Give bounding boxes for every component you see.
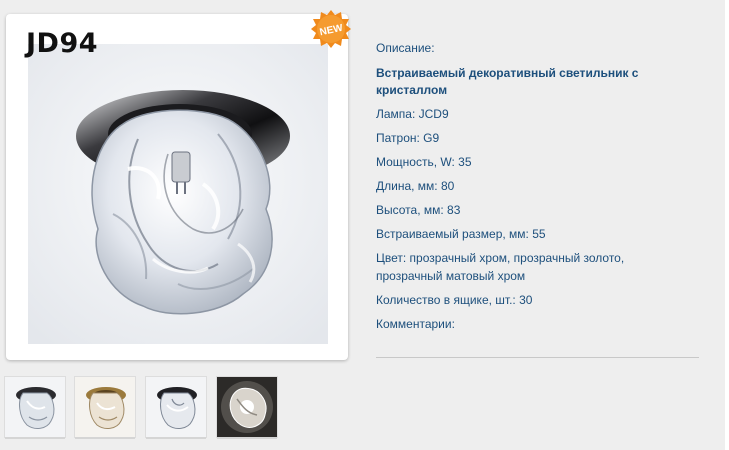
spec-box-qty: Количество в ящике, шт.: 30: [376, 293, 533, 307]
thumbnail-shadow: [217, 437, 277, 439]
spec-power: Мощность, W: 35: [376, 155, 472, 169]
new-badge: NEW: [311, 10, 351, 48]
product-title-line2: кристаллом: [376, 83, 448, 97]
crystal-light-image: [28, 44, 328, 344]
product-title-line1: Встраиваемый декоративный светильник с: [376, 66, 639, 80]
product-image-card[interactable]: JD94: [6, 14, 348, 360]
description-label: Описание:: [376, 41, 435, 55]
thumbnail-lit[interactable]: [217, 377, 277, 437]
spec-color-line2: прозрачный матовый хром: [376, 269, 526, 283]
thumbnail-image: [217, 377, 277, 437]
spec-comments: Комментарии:: [376, 317, 455, 331]
spec-height: Высота, мм: 83: [376, 203, 461, 217]
thumbnail-gold[interactable]: [75, 377, 135, 437]
thumbnail-image: [75, 377, 135, 437]
spec-length: Длина, мм: 80: [376, 179, 455, 193]
thumbnail-chrome[interactable]: [5, 377, 65, 437]
page-right-edge: [725, 0, 729, 450]
thumbnail-shadow: [75, 437, 135, 439]
specs-divider: [376, 357, 699, 358]
thumbnail-matte-chrome[interactable]: [146, 377, 206, 437]
thumbnail-shadow: [5, 437, 65, 439]
spec-lamp: Лампа: JCD9: [376, 107, 449, 121]
product-photo[interactable]: [28, 44, 328, 344]
thumbnail-shadow: [146, 437, 206, 439]
spec-color-line1: Цвет: прозрачный хром, прозрачный золото…: [376, 251, 625, 265]
thumbnail-image: [146, 377, 206, 437]
spec-socket: Патрон: G9: [376, 131, 440, 145]
thumbnail-image: [5, 377, 65, 437]
model-code: JD94: [26, 28, 99, 59]
spec-cutout: Встраиваемый размер, мм: 55: [376, 227, 546, 241]
